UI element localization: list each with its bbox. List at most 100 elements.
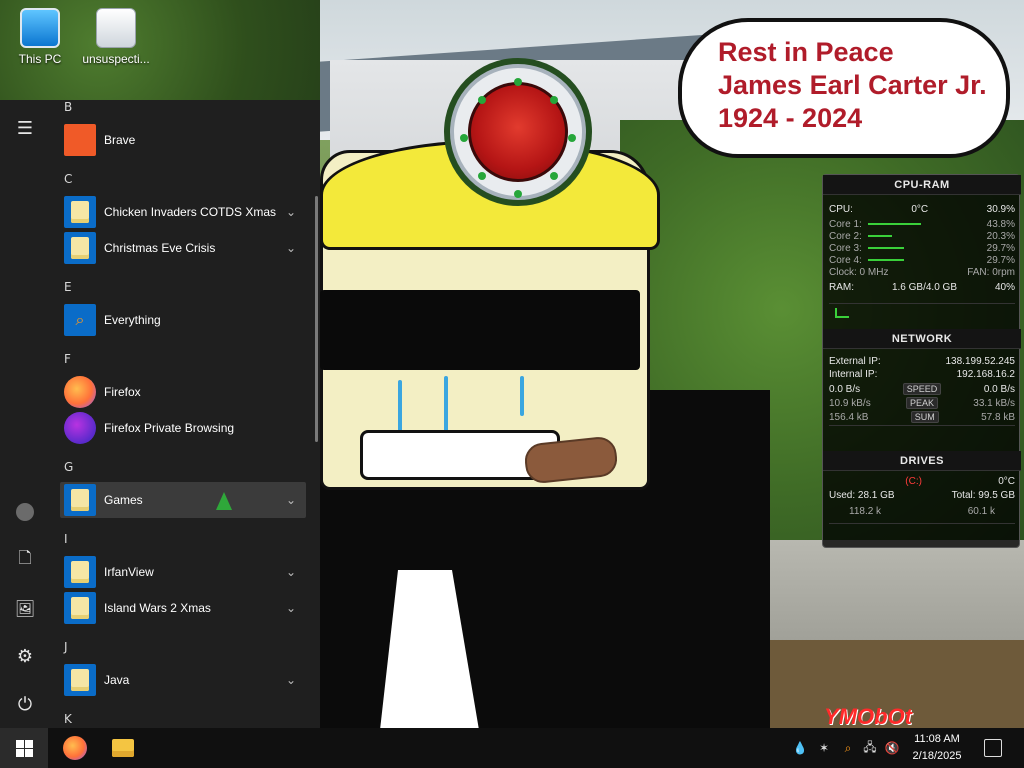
desktop-icon-unsuspecting-file[interactable]: unsuspecti... (78, 8, 154, 66)
drive-used: Used: 28.1 GB (829, 489, 895, 501)
chevron-down-icon[interactable]: ⌄ (286, 205, 296, 219)
sum-down: 156.4 kB (829, 411, 869, 423)
core-value: 29.7% (986, 254, 1015, 266)
hamburger-icon: ☰ (16, 117, 34, 139)
everything-search-icon[interactable]: ⌕ (840, 740, 856, 756)
clock[interactable]: 11:08 AM 2/18/2025 (900, 731, 974, 765)
section-letter-i[interactable]: I (64, 532, 68, 546)
folder-icon (64, 592, 96, 624)
app-firefox[interactable]: Firefox (60, 374, 306, 410)
file-icon (96, 8, 136, 48)
drive-usage-row: Used: 28.1 GB Total: 99.5 GB (829, 489, 1015, 501)
app-label: Chicken Invaders COTDS Xmas (104, 205, 277, 219)
app-chicken-invaders[interactable]: Chicken Invaders COTDS Xmas ⌄ (60, 194, 306, 230)
drive-total: Total: 99.5 GB (951, 489, 1015, 501)
clock-date: 2/18/2025 (912, 750, 962, 762)
peak-tag: PEAK (905, 397, 938, 409)
section-letter-g[interactable]: G (64, 460, 73, 474)
section-letter-f[interactable]: F (64, 352, 71, 366)
chevron-down-icon[interactable]: ⌄ (286, 241, 296, 255)
clock-marker (550, 96, 558, 104)
pictures-button[interactable]: 🖼 (0, 588, 50, 628)
hamburger-button[interactable]: ☰ (0, 108, 50, 148)
start-menu: ☰ 🗋 🖼 ⚙ ⏻ B Brave C Chicken Invaders COT… (0, 100, 320, 728)
chevron-down-icon[interactable]: ⌄ (286, 673, 296, 687)
clock-time: 11:08 AM (914, 733, 960, 745)
clock-marker (460, 134, 468, 142)
computer-icon (20, 8, 60, 48)
section-letter-e[interactable]: E (64, 280, 72, 294)
folder-icon (112, 739, 134, 757)
ram-used: 1.6 GB/4.0 GB (891, 281, 958, 293)
section-letter-j[interactable]: J (64, 640, 68, 654)
core-2-row: Core 2: 20.3% (829, 230, 1015, 242)
app-games[interactable]: Games ⌄ (60, 482, 306, 518)
volume-muted-icon[interactable]: 🔇 (884, 740, 900, 756)
documents-button[interactable]: 🗋 (0, 540, 50, 580)
app-list[interactable]: B Brave C Chicken Invaders COTDS Xmas ⌄ … (50, 100, 320, 728)
water-drop-icon[interactable]: 💧 (792, 740, 808, 756)
cpu-temp: 0°C (911, 203, 929, 215)
taskbar-firefox[interactable] (54, 728, 96, 768)
clock-marker (568, 134, 576, 142)
desktop-icon-this-pc[interactable]: This PC (2, 8, 78, 66)
core-bar (867, 258, 904, 261)
drive-row: (C:) 0°C (829, 475, 1015, 487)
section-letter-b[interactable]: B (64, 100, 72, 114)
everything-search-icon: ⌕ (64, 304, 96, 336)
wreath-clock-gadget[interactable] (408, 20, 632, 220)
speed-down: 0.0 B/s (829, 383, 861, 395)
chevron-down-icon[interactable]: ⌄ (286, 565, 296, 579)
cpu-ram-header: CPU-RAM (823, 175, 1021, 195)
desktop-icon-label: This PC (18, 52, 62, 66)
settings-button[interactable]: ⚙ (0, 636, 50, 676)
cpu-label: CPU: (829, 203, 853, 215)
chevron-down-icon[interactable]: ⌄ (286, 493, 296, 507)
account-button[interactable] (0, 492, 50, 532)
xmas-tree-cursor-icon (216, 492, 232, 510)
folder-icon (64, 196, 96, 228)
bubble-line-3: 1924 - 2024 (718, 103, 863, 133)
tear-drop (520, 376, 524, 416)
taskbar-file-explorer[interactable] (102, 728, 144, 768)
core-4-row: Core 4: 29.7% (829, 254, 1015, 266)
watermark-logo: YMObOt (824, 704, 912, 728)
shield-icon[interactable]: ✶ (816, 740, 832, 756)
core-1-row: Core 1: 43.8% (829, 218, 1015, 230)
app-island-wars-2[interactable]: Island Wars 2 Xmas ⌄ (60, 590, 306, 626)
core-bar (867, 222, 921, 225)
drive-write: 60.1 k (967, 505, 995, 517)
drive-graph (829, 523, 1015, 541)
sum-row: 156.4 kB SUM 57.8 kB (829, 411, 1015, 423)
app-brave[interactable]: Brave (60, 122, 306, 158)
peak-row: 10.9 kB/s PEAK 33.1 kB/s (829, 397, 1015, 409)
power-button[interactable]: ⏻ (0, 684, 50, 724)
app-irfanview[interactable]: IrfanView ⌄ (60, 554, 306, 590)
cpu-percent: 30.9% (986, 203, 1015, 215)
internal-ip-value: 192.168.16.2 (956, 368, 1015, 380)
start-button[interactable] (0, 728, 48, 768)
app-list-scrollbar[interactable] (315, 196, 318, 442)
section-letter-k[interactable]: K (64, 712, 72, 726)
clock-marker (514, 190, 522, 198)
notifications-icon[interactable] (984, 739, 1002, 757)
app-label: Java (104, 673, 130, 687)
chevron-down-icon[interactable]: ⌄ (286, 601, 296, 615)
internal-ip-row: Internal IP: 192.168.16.2 (829, 368, 1015, 380)
clock-marker (478, 96, 486, 104)
app-java[interactable]: Java ⌄ (60, 662, 306, 698)
desktop-icon-label: unsuspecti... (82, 52, 150, 66)
section-letter-c[interactable]: C (64, 172, 72, 186)
cpu-clock: Clock: 0 MHz (829, 266, 889, 278)
clock-marker (514, 78, 522, 86)
app-christmas-eve-crisis[interactable]: Christmas Eve Crisis ⌄ (60, 230, 306, 266)
external-ip-value: 138.199.52.245 (945, 355, 1015, 367)
network-icon[interactable]: 🖧 (862, 740, 878, 756)
ram-graph (829, 303, 1015, 321)
ram-percent: 40% (994, 281, 1015, 293)
core-bar (867, 234, 892, 237)
drives-header: DRIVES (823, 451, 1021, 471)
app-everything[interactable]: ⌕ Everything (60, 302, 306, 338)
speed-tag: SPEED (902, 383, 942, 395)
app-firefox-private[interactable]: Firefox Private Browsing (60, 410, 306, 446)
